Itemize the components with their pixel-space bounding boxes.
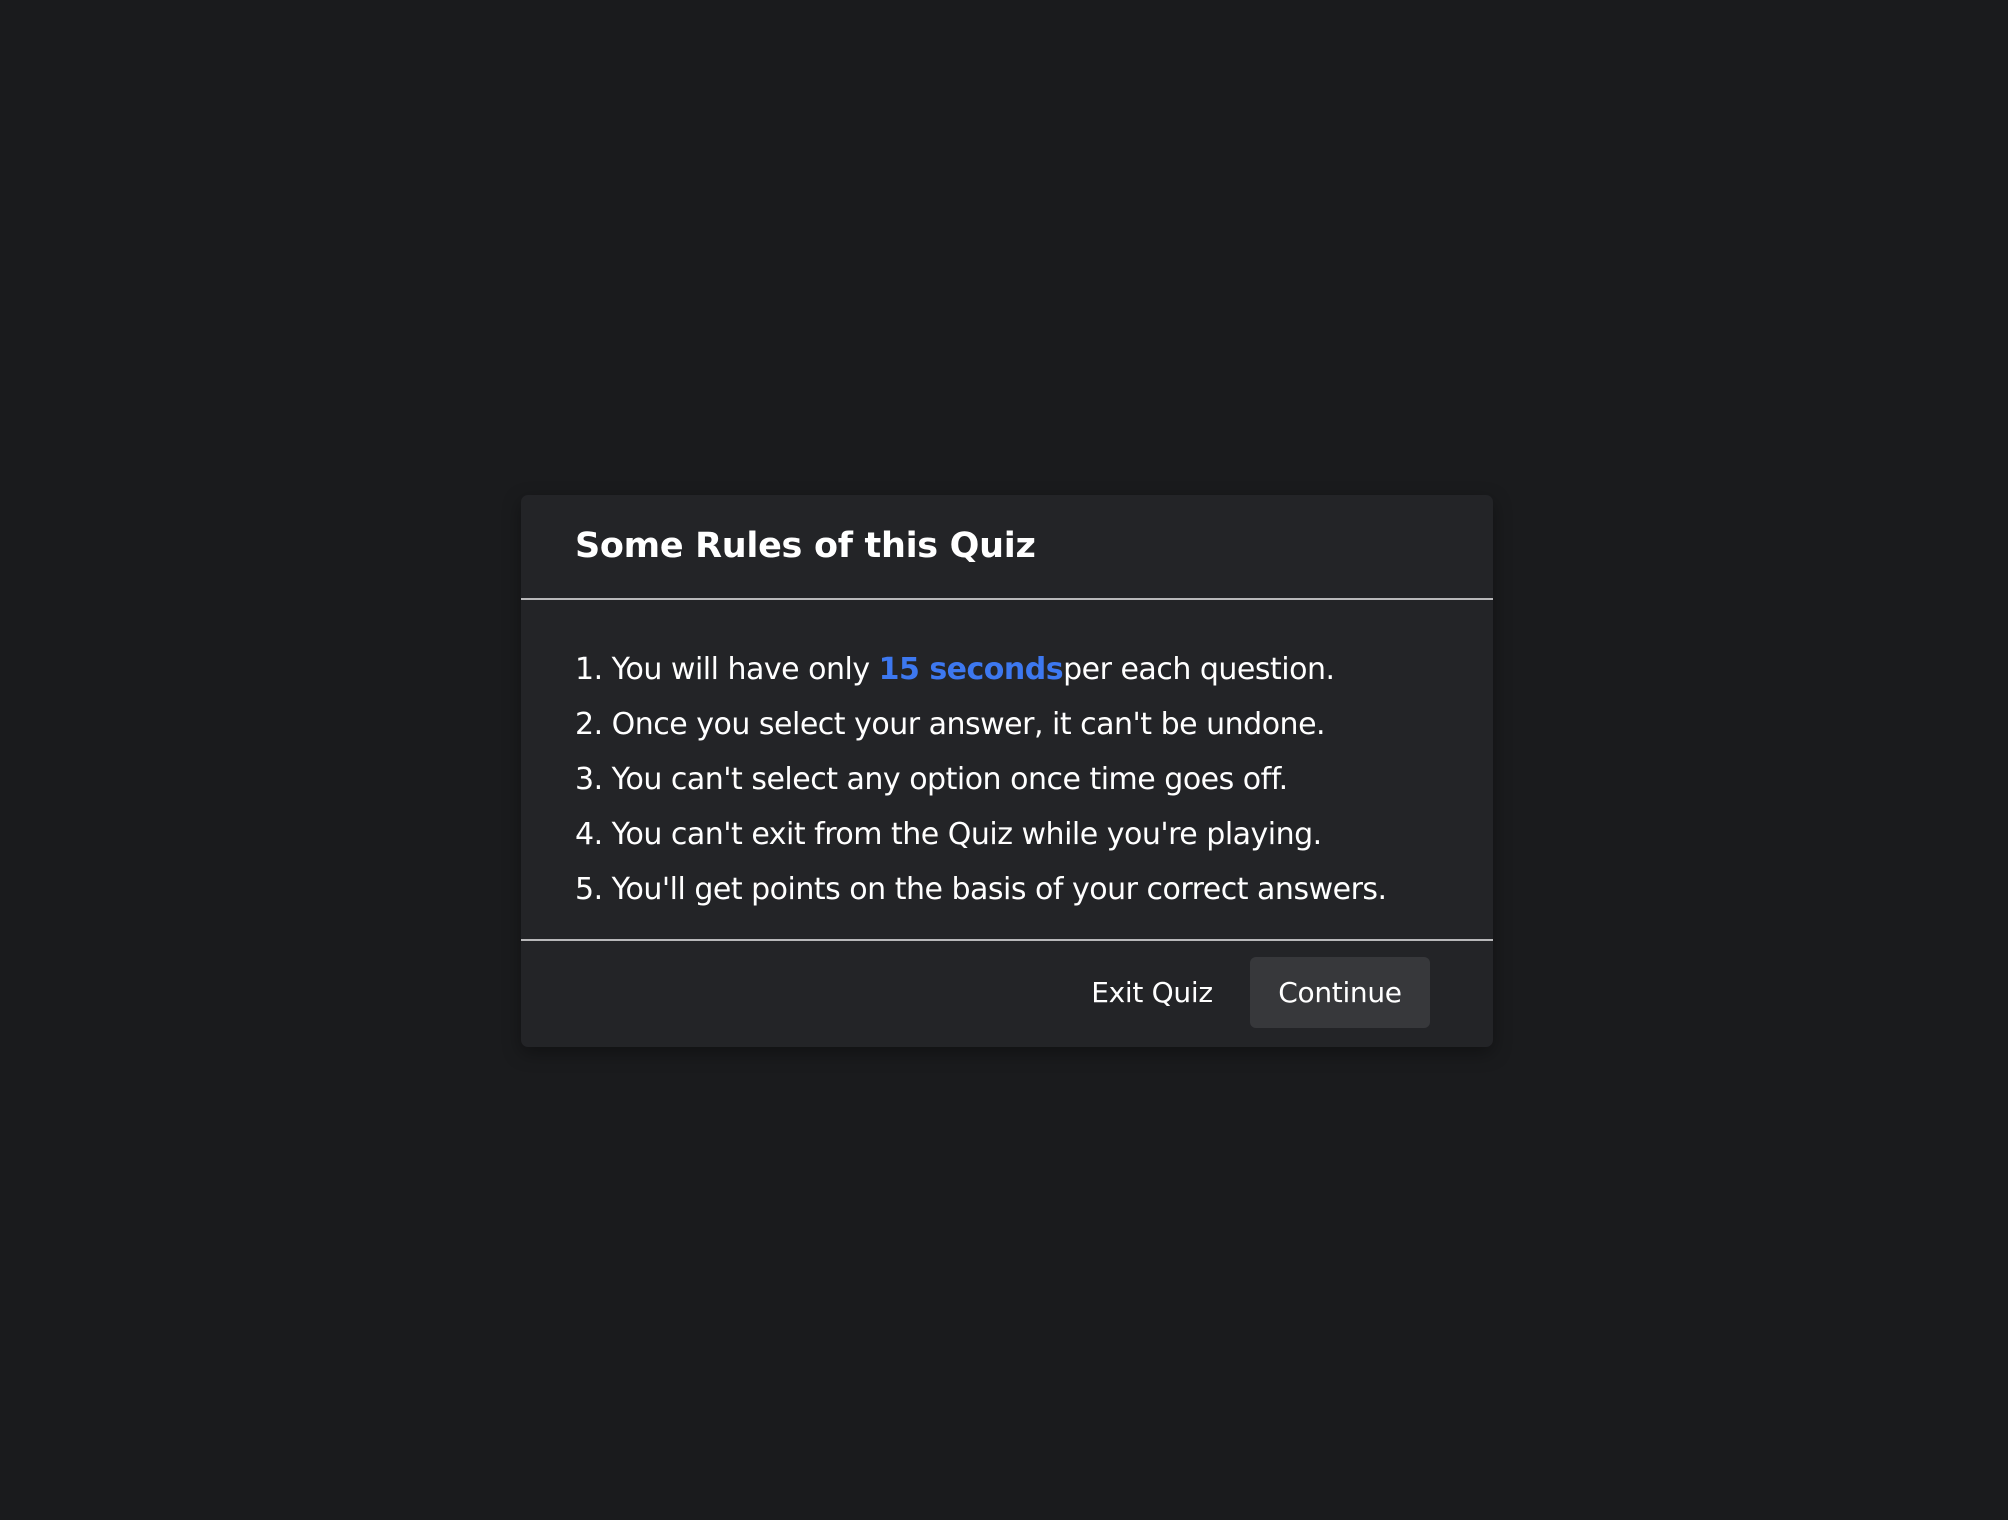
quiz-rules-dialog: Some Rules of this Quiz 1. You will have…: [521, 495, 1493, 1047]
rule-item-3: 3. You can't select any option once time…: [575, 762, 1288, 797]
rule-1-prefix: 1. You will have only: [575, 652, 879, 687]
rules-list: 1. You will have only 15 secondsper each…: [575, 642, 1387, 917]
time-limit-highlight: 15 seconds: [878, 652, 1064, 687]
rule-item-5: 5. You'll get points on the basis of you…: [575, 872, 1387, 907]
dialog-footer: Exit Quiz Continue: [521, 941, 1493, 1047]
rule-item-4: 4. You can't exit from the Quiz while yo…: [575, 817, 1322, 852]
continue-button[interactable]: Continue: [1250, 957, 1430, 1028]
dialog-title: Some Rules of this Quiz: [575, 525, 1036, 566]
dialog-header: Some Rules of this Quiz: [521, 495, 1493, 600]
rule-1-suffix: per each question.: [1063, 652, 1335, 687]
exit-quiz-button[interactable]: Exit Quiz: [1081, 957, 1223, 1028]
rule-item-1: 1. You will have only 15 secondsper each…: [575, 642, 1387, 697]
rule-item-2: 2. Once you select your answer, it can't…: [575, 707, 1326, 742]
dialog-body: 1. You will have only 15 secondsper each…: [521, 600, 1493, 907]
